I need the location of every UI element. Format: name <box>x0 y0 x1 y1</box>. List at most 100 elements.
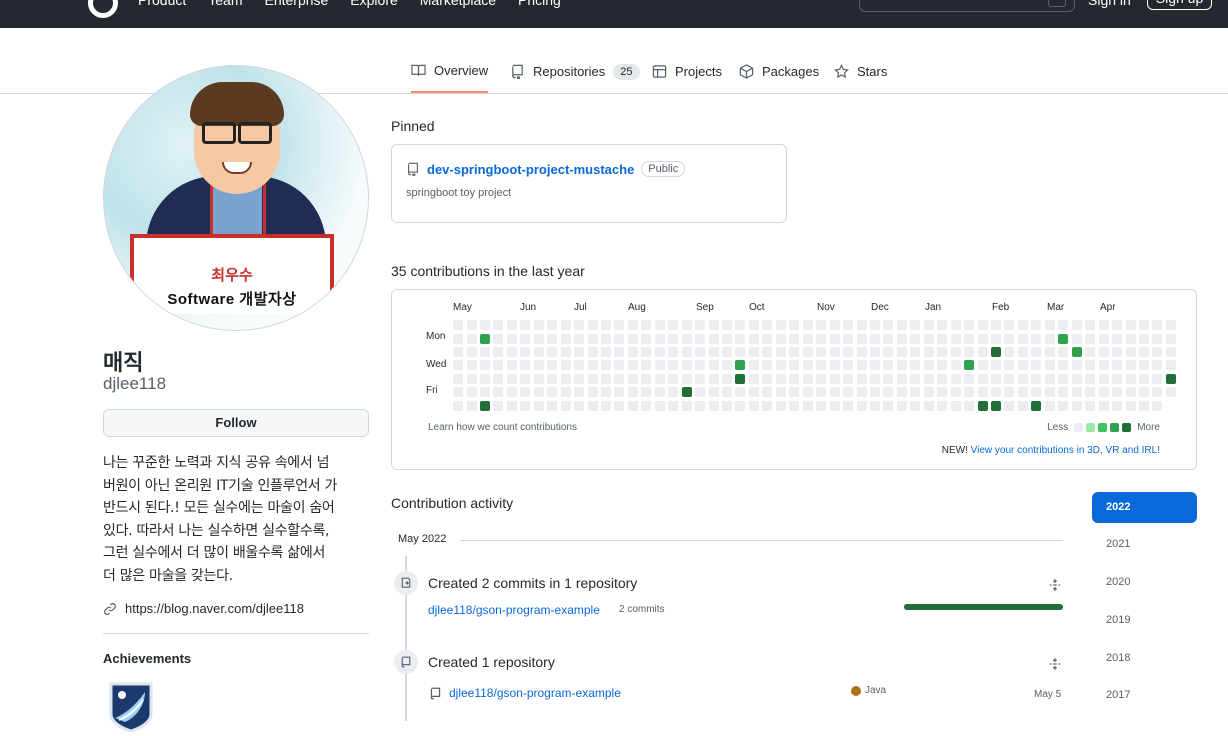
contribution-cell[interactable] <box>708 360 719 371</box>
contribution-cell[interactable] <box>466 400 477 411</box>
contribution-cell[interactable] <box>789 400 800 411</box>
contribution-cell[interactable] <box>1085 346 1096 357</box>
contribution-cell[interactable] <box>802 333 813 344</box>
contribution-cell[interactable] <box>923 333 934 344</box>
contribution-cell[interactable] <box>1085 400 1096 411</box>
contribution-cell[interactable] <box>937 387 948 398</box>
contribution-cell[interactable] <box>708 320 719 330</box>
contribution-cell[interactable] <box>520 360 531 371</box>
contribution-cell[interactable] <box>1004 333 1015 344</box>
arctic-code-vault-badge-icon[interactable] <box>107 680 155 732</box>
contribution-cell[interactable] <box>520 346 531 357</box>
contribution-cell[interactable] <box>627 320 638 330</box>
contribution-cell[interactable] <box>1098 387 1109 398</box>
contribution-cell[interactable] <box>1031 373 1042 384</box>
nav-team[interactable]: Team <box>208 0 242 8</box>
contribution-cell[interactable] <box>614 320 625 330</box>
contribution-cell[interactable] <box>641 373 652 384</box>
contribution-cell[interactable] <box>950 400 961 411</box>
contribution-cell[interactable] <box>681 400 692 411</box>
contribution-cell[interactable] <box>802 400 813 411</box>
contribution-cell[interactable] <box>775 360 786 371</box>
contribution-cell[interactable] <box>735 333 746 344</box>
contribution-cell[interactable] <box>977 320 988 330</box>
contribution-cell[interactable] <box>977 373 988 384</box>
contribution-cell[interactable] <box>856 373 867 384</box>
contribution-cell[interactable] <box>614 387 625 398</box>
contribution-cell[interactable] <box>748 400 759 411</box>
contribution-cell[interactable] <box>1085 373 1096 384</box>
contribution-cell[interactable] <box>479 400 490 411</box>
year-filter-2019[interactable]: 2019 <box>1092 605 1197 636</box>
contribution-cell[interactable] <box>547 320 558 330</box>
contribution-cell[interactable] <box>493 373 504 384</box>
contribution-cell[interactable] <box>466 360 477 371</box>
contribution-cell[interactable] <box>614 346 625 357</box>
search-input[interactable] <box>859 0 1075 12</box>
contribution-cell[interactable] <box>910 320 921 330</box>
contribution-cell[interactable] <box>722 360 732 371</box>
contribution-cell[interactable] <box>1058 400 1069 411</box>
contribution-cell[interactable] <box>869 346 880 357</box>
contribution-cell[interactable] <box>883 320 894 330</box>
contribution-cell[interactable] <box>627 360 638 371</box>
contribution-cell[interactable] <box>950 360 961 371</box>
contribution-cell[interactable] <box>950 387 961 398</box>
contribution-cell[interactable] <box>977 400 988 411</box>
contribution-cell[interactable] <box>708 346 719 357</box>
contribution-cell[interactable] <box>1017 333 1028 344</box>
blog-link[interactable]: https://blog.naver.com/djlee118 <box>125 601 304 616</box>
contribution-cell[interactable] <box>1085 387 1096 398</box>
contribution-cell[interactable] <box>1098 360 1109 371</box>
contribution-cell[interactable] <box>789 333 800 344</box>
contribution-cell[interactable] <box>547 346 558 357</box>
contribution-cell[interactable] <box>869 373 880 384</box>
contribution-cell[interactable] <box>869 387 880 398</box>
tab-projects[interactable]: Projects <box>652 50 722 93</box>
contribution-cell[interactable] <box>950 320 961 330</box>
contribution-cell[interactable] <box>654 373 665 384</box>
contribution-cell[interactable] <box>668 373 679 384</box>
contribution-cell[interactable] <box>560 400 571 411</box>
contribution-cell[interactable] <box>775 373 786 384</box>
contribution-cell[interactable] <box>964 373 975 384</box>
nav-product[interactable]: Product <box>138 0 186 8</box>
contribution-cell[interactable] <box>1165 360 1176 371</box>
contribution-cell[interactable] <box>789 373 800 384</box>
contribution-cell[interactable] <box>654 400 665 411</box>
contribution-cell[interactable] <box>802 373 813 384</box>
contribution-cell[interactable] <box>775 387 786 398</box>
contribution-cell[interactable] <box>560 360 571 371</box>
contribution-cell[interactable] <box>641 333 652 344</box>
contribution-cell[interactable] <box>1152 373 1163 384</box>
year-filter-2017[interactable]: 2017 <box>1092 680 1197 711</box>
contribution-cell[interactable] <box>856 346 867 357</box>
contribution-cell[interactable] <box>1125 387 1136 398</box>
contribution-cell[interactable] <box>654 387 665 398</box>
contribution-cell[interactable] <box>587 373 598 384</box>
contribution-cell[interactable] <box>748 346 759 357</box>
contribution-cell[interactable] <box>1044 400 1055 411</box>
contribution-cell[interactable] <box>695 400 706 411</box>
contribution-cell[interactable] <box>533 373 544 384</box>
contribution-cell[interactable] <box>547 333 558 344</box>
contribution-cell[interactable] <box>547 360 558 371</box>
contribution-cell[interactable] <box>668 400 679 411</box>
contribution-cell[interactable] <box>789 320 800 330</box>
contribution-cell[interactable] <box>668 320 679 330</box>
contribution-cell[interactable] <box>453 346 463 357</box>
contribution-cell[interactable] <box>560 373 571 384</box>
contribution-cell[interactable] <box>493 346 504 357</box>
contribution-cell[interactable] <box>869 360 880 371</box>
contribution-cell[interactable] <box>923 320 934 330</box>
contribution-cell[interactable] <box>587 360 598 371</box>
contribution-cell[interactable] <box>479 333 490 344</box>
contribution-cell[interactable] <box>829 346 840 357</box>
contribution-cell[interactable] <box>977 360 988 371</box>
contribution-cell[interactable] <box>560 387 571 398</box>
contribution-cell[interactable] <box>1031 333 1042 344</box>
contribution-cell[interactable] <box>762 387 773 398</box>
contribution-cell[interactable] <box>479 320 490 330</box>
contribution-cell[interactable] <box>533 333 544 344</box>
contribution-cell[interactable] <box>466 320 477 330</box>
